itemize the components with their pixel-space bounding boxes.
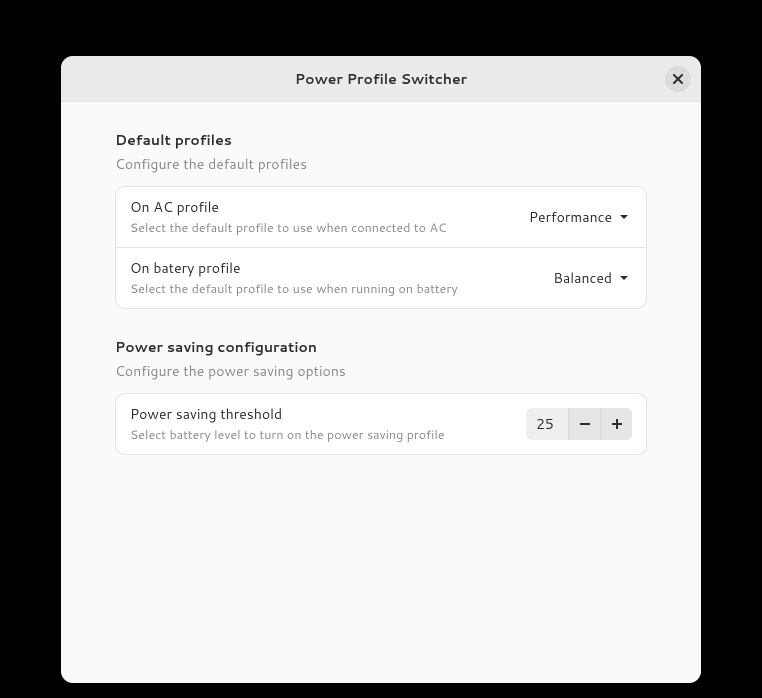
threshold-row: Power saving threshold Select battery le… [116,394,646,454]
battery-profile-row: On batery profile Select the default pro… [116,248,646,308]
row-title: Power saving threshold [130,404,526,424]
ac-profile-row: On AC profile Select the default profile… [116,187,646,248]
profiles-card: On AC profile Select the default profile… [115,186,647,309]
section-subtitle: Configure the power saving options [115,361,647,381]
titlebar: Power Profile Switcher [61,56,701,102]
threshold-stepper: 25 [526,408,632,440]
row-title: On AC profile [130,197,527,217]
decrement-button[interactable] [568,408,600,440]
row-desc: Select the default profile to use when r… [130,280,551,298]
section-title: Power saving configuration [115,337,647,357]
close-button[interactable] [665,66,691,92]
battery-profile-dropdown[interactable]: Balanced [551,264,632,292]
chevron-down-icon [618,211,630,223]
dropdown-value: Balanced [553,268,612,288]
power-saving-section: Power saving configuration Configure the… [115,337,647,455]
plus-icon [611,418,623,430]
row-desc: Select the default profile to use when c… [130,219,527,237]
close-icon [673,74,683,84]
row-title: On batery profile [130,258,551,278]
section-subtitle: Configure the default profiles [115,154,647,174]
ac-profile-dropdown[interactable]: Performance [527,203,632,231]
minus-icon [579,418,591,430]
default-profiles-section: Default profiles Configure the default p… [115,130,647,309]
power-saving-card: Power saving threshold Select battery le… [115,393,647,455]
row-text: On AC profile Select the default profile… [130,197,527,237]
settings-window: Power Profile Switcher Default profiles … [61,56,701,683]
row-text: On batery profile Select the default pro… [130,258,551,298]
content-area: Default profiles Configure the default p… [61,102,701,683]
increment-button[interactable] [600,408,632,440]
threshold-value[interactable]: 25 [526,408,568,440]
dropdown-value: Performance [529,207,612,227]
section-title: Default profiles [115,130,647,150]
window-title: Power Profile Switcher [295,69,467,89]
row-text: Power saving threshold Select battery le… [130,404,526,444]
chevron-down-icon [618,272,630,284]
row-desc: Select battery level to turn on the powe… [130,426,526,444]
